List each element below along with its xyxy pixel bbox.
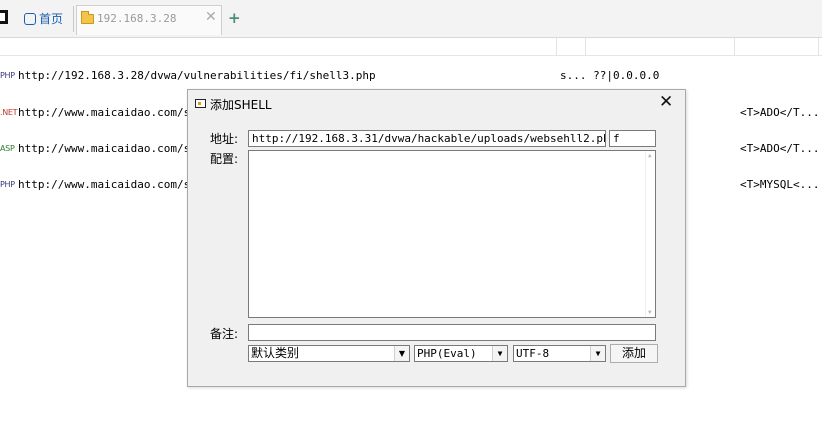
shell-url: http://www.maicaidao.com/ser: [18, 178, 204, 191]
add-button[interactable]: 添加: [610, 344, 658, 363]
scroll-up-icon[interactable]: ▲: [648, 152, 652, 159]
php-type-icon: PHP: [0, 180, 15, 189]
php-type-icon: PHP: [0, 71, 15, 80]
tab-divider: [73, 6, 74, 32]
config-label: 配置:: [210, 152, 239, 166]
list-item[interactable]: PHP http://192.168.3.28/dvwa/vulnerabili…: [0, 67, 822, 85]
address-field[interactable]: http://192.168.3.31/dvwa/hackable/upload…: [248, 130, 606, 147]
column-divider[interactable]: [818, 38, 819, 55]
column-divider[interactable]: [585, 38, 586, 55]
shell-url: http://www.maicaidao.com/ser: [18, 106, 204, 119]
close-icon[interactable]: ✕: [659, 92, 673, 112]
window-icon: [195, 99, 206, 108]
app-menu-icon[interactable]: [0, 10, 8, 24]
encoding-select[interactable]: UTF-8 ▼: [513, 345, 606, 362]
note-label: 备注:: [210, 327, 239, 341]
tab-bar: 首页 192.168.3.28 ✕ +: [0, 0, 822, 38]
shell-config-preview: <T>MYSQL<...: [740, 178, 820, 191]
scroll-down-icon[interactable]: ▼: [648, 309, 652, 316]
dialog-title: 添加SHELL: [210, 98, 272, 112]
tab-active[interactable]: 192.168.3.28 ✕: [76, 5, 222, 35]
chevron-down-icon: ▼: [394, 346, 409, 361]
category-value: 默认类别: [251, 346, 300, 360]
tab-home-label: 首页: [39, 12, 64, 26]
shell-url: http://192.168.3.28/dvwa/vulnerabilities…: [18, 69, 376, 82]
shell-config-preview: <T>ADO</T...: [740, 106, 820, 119]
password-field[interactable]: f: [609, 130, 656, 147]
category-select[interactable]: 默认类别 ▼: [248, 345, 410, 362]
asp-type-icon: ASP: [0, 144, 15, 153]
shell-meta: s... ??|0.0.0.0: [560, 69, 660, 82]
note-field[interactable]: [248, 324, 656, 341]
home-icon: [24, 13, 36, 25]
folder-icon: [81, 11, 94, 24]
column-divider[interactable]: [556, 38, 557, 55]
shell-url: http://www.maicaidao.com/ser: [18, 142, 204, 155]
dotnet-type-icon: .NET: [0, 108, 18, 117]
tab-close-icon[interactable]: ✕: [205, 9, 217, 25]
address-label: 地址:: [210, 132, 239, 146]
add-shell-dialog: 添加SHELL ✕ 地址: http://192.168.3.31/dvwa/h…: [187, 89, 686, 387]
chevron-down-icon: ▼: [590, 346, 605, 361]
tab-home[interactable]: 首页: [24, 10, 63, 28]
add-tab-button[interactable]: +: [228, 9, 241, 27]
column-divider[interactable]: [734, 38, 735, 55]
tab-active-title: 192.168.3.28: [97, 12, 177, 25]
shell-config-preview: <T>ADO</T...: [740, 142, 820, 155]
script-type-value: PHP(Eval): [417, 347, 477, 360]
script-type-select[interactable]: PHP(Eval) ▼: [414, 345, 508, 362]
chevron-down-icon: ▼: [492, 346, 507, 361]
textarea-scrollbar[interactable]: ▲ ▼: [645, 151, 655, 317]
config-textarea[interactable]: ▲ ▼: [248, 150, 656, 318]
encoding-value: UTF-8: [516, 347, 550, 360]
list-column-header: [0, 38, 822, 56]
